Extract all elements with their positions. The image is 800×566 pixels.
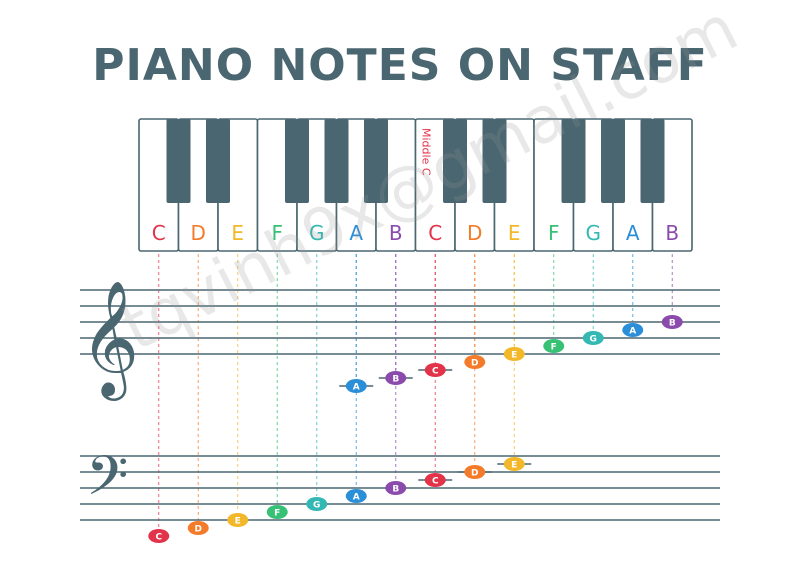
key-label: E	[231, 221, 244, 245]
black-key[interactable]	[166, 119, 191, 203]
black-key[interactable]	[601, 119, 625, 203]
treble-note-b: B	[378, 371, 413, 385]
note-label: D	[471, 359, 478, 369]
bass-note-d: D	[457, 465, 492, 479]
key-label: F	[271, 221, 283, 245]
note-markers: A B C D E F G A B C D E F G A B C D E	[148, 315, 683, 543]
note-label: A	[353, 493, 360, 503]
bass-note-f: F	[266, 505, 288, 519]
black-key[interactable]	[482, 119, 507, 203]
treble-note-e: E	[503, 347, 525, 361]
treble-note-d: D	[464, 355, 486, 369]
black-key[interactable]	[324, 119, 349, 203]
treble-note-a: A	[339, 379, 374, 393]
note-label: C	[432, 367, 439, 377]
staff-diagram: 𝄞 𝄢 A B C D E F G A B C D E F G A B C D E	[80, 254, 720, 543]
key-label: B	[665, 221, 679, 245]
bass-note-e: E	[497, 457, 532, 471]
key-label: G	[586, 221, 602, 245]
black-key[interactable]	[206, 119, 230, 203]
treble-note-g: G	[582, 331, 604, 345]
bass-note-e: E	[227, 513, 249, 527]
bass-note-c: C	[418, 473, 453, 487]
middle-c-label: Middle C	[420, 128, 433, 176]
note-label: B	[669, 319, 676, 329]
treble-staff	[80, 289, 720, 355]
black-key[interactable]	[443, 119, 467, 203]
bass-note-d: D	[187, 521, 209, 535]
key-label: G	[309, 221, 325, 245]
key-label: D	[467, 221, 482, 245]
note-label: G	[313, 501, 320, 511]
key-label: C	[152, 221, 166, 245]
key-label: A	[349, 221, 363, 245]
bass-clef-icon: 𝄢	[86, 444, 128, 521]
black-key[interactable]	[364, 119, 388, 203]
piano-keyboard[interactable]: CDEFGABCDEFGAB Middle C	[138, 118, 698, 254]
key-label: E	[508, 221, 521, 245]
note-label: F	[274, 509, 280, 519]
bass-note-b: B	[385, 481, 407, 495]
note-label: E	[511, 461, 517, 471]
black-key[interactable]	[640, 119, 665, 203]
black-key[interactable]	[285, 119, 309, 203]
note-label: D	[471, 469, 478, 479]
note-label: B	[392, 485, 399, 495]
note-label: E	[511, 351, 517, 361]
key-label: A	[626, 221, 640, 245]
treble-note-f: F	[543, 339, 565, 353]
note-label: D	[195, 525, 202, 535]
bass-note-g: G	[306, 497, 328, 511]
key-label: B	[389, 221, 403, 245]
treble-clef-icon: 𝄞	[80, 279, 139, 401]
note-label: F	[551, 343, 557, 353]
treble-note-b: B	[661, 315, 683, 329]
key-label: F	[548, 221, 560, 245]
treble-note-c: C	[418, 363, 453, 377]
note-label: A	[353, 383, 360, 393]
key-label: D	[191, 221, 206, 245]
guide-lines	[158, 254, 673, 528]
treble-note-a: A	[622, 323, 644, 337]
note-label: A	[629, 327, 636, 337]
note-label: E	[235, 517, 241, 527]
bass-note-a: A	[345, 489, 367, 503]
bass-note-c: C	[148, 529, 170, 543]
key-label: C	[428, 221, 442, 245]
note-label: G	[590, 335, 597, 345]
note-label: C	[155, 533, 162, 543]
black-key[interactable]	[561, 119, 586, 203]
note-label: B	[392, 375, 399, 385]
note-label: C	[432, 477, 439, 487]
